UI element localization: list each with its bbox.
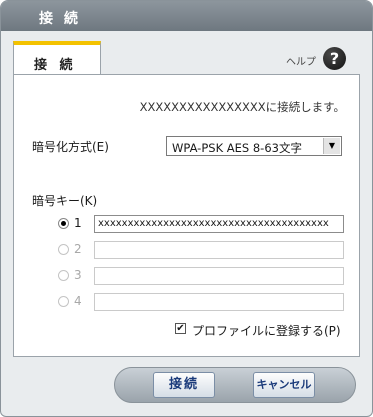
tab-connect[interactable]: 接 続 bbox=[13, 41, 101, 75]
connect-button[interactable]: 接続 bbox=[153, 372, 215, 398]
key-number-2: 2 bbox=[74, 242, 82, 256]
key-radio-4[interactable] bbox=[58, 296, 69, 307]
register-profile-row[interactable]: ✔ プロファイルに登録する(P) bbox=[175, 321, 345, 338]
help-label: ヘルプ bbox=[286, 57, 316, 68]
window-title: 接 続 bbox=[39, 11, 81, 27]
connect-dialog: 接 続 接 続 ヘルプ ? XXXXXXXXXXXXXXXXに接続します。 暗号… bbox=[0, 0, 373, 417]
title-bar: 接 続 bbox=[1, 1, 372, 31]
register-profile-label: プロファイルに登録する(P) bbox=[192, 324, 341, 338]
encryption-label: 暗号化方式(E) bbox=[32, 140, 109, 154]
register-profile-checkbox[interactable]: ✔ bbox=[175, 323, 186, 334]
chevron-down-icon[interactable]: ▼ bbox=[323, 138, 340, 154]
key-number-1: 1 bbox=[74, 216, 82, 230]
connect-message: XXXXXXXXXXXXXXXXに接続します。 bbox=[139, 100, 345, 114]
key-radio-2[interactable] bbox=[58, 244, 69, 255]
key-field-3[interactable] bbox=[94, 267, 344, 285]
key-field-2[interactable] bbox=[94, 241, 344, 259]
encryption-select[interactable]: WPA-PSK AES 8-63文字 ▼ bbox=[166, 136, 342, 156]
key-number-4: 4 bbox=[74, 294, 82, 308]
key-label: 暗号キー(K) bbox=[32, 194, 98, 208]
key-number-3: 3 bbox=[74, 268, 82, 282]
key-field-4[interactable] bbox=[94, 293, 344, 311]
key-radio-3[interactable] bbox=[58, 270, 69, 281]
key-radio-1[interactable] bbox=[58, 218, 69, 229]
button-bar: 接続 キャンセル bbox=[114, 367, 356, 403]
tab-label: 接 続 bbox=[34, 58, 77, 73]
encryption-selected-value: WPA-PSK AES 8-63文字 bbox=[172, 141, 302, 155]
cancel-button[interactable]: キャンセル bbox=[253, 372, 315, 398]
connect-panel: XXXXXXXXXXXXXXXXに接続します。 暗号化方式(E) WPA-PSK… bbox=[13, 74, 360, 357]
key-field-1[interactable]: xxxxxxxxxxxxxxxxxxxxxxxxxxxxxxxxxxxxxxx bbox=[94, 215, 344, 233]
help-icon[interactable]: ? bbox=[323, 47, 346, 70]
